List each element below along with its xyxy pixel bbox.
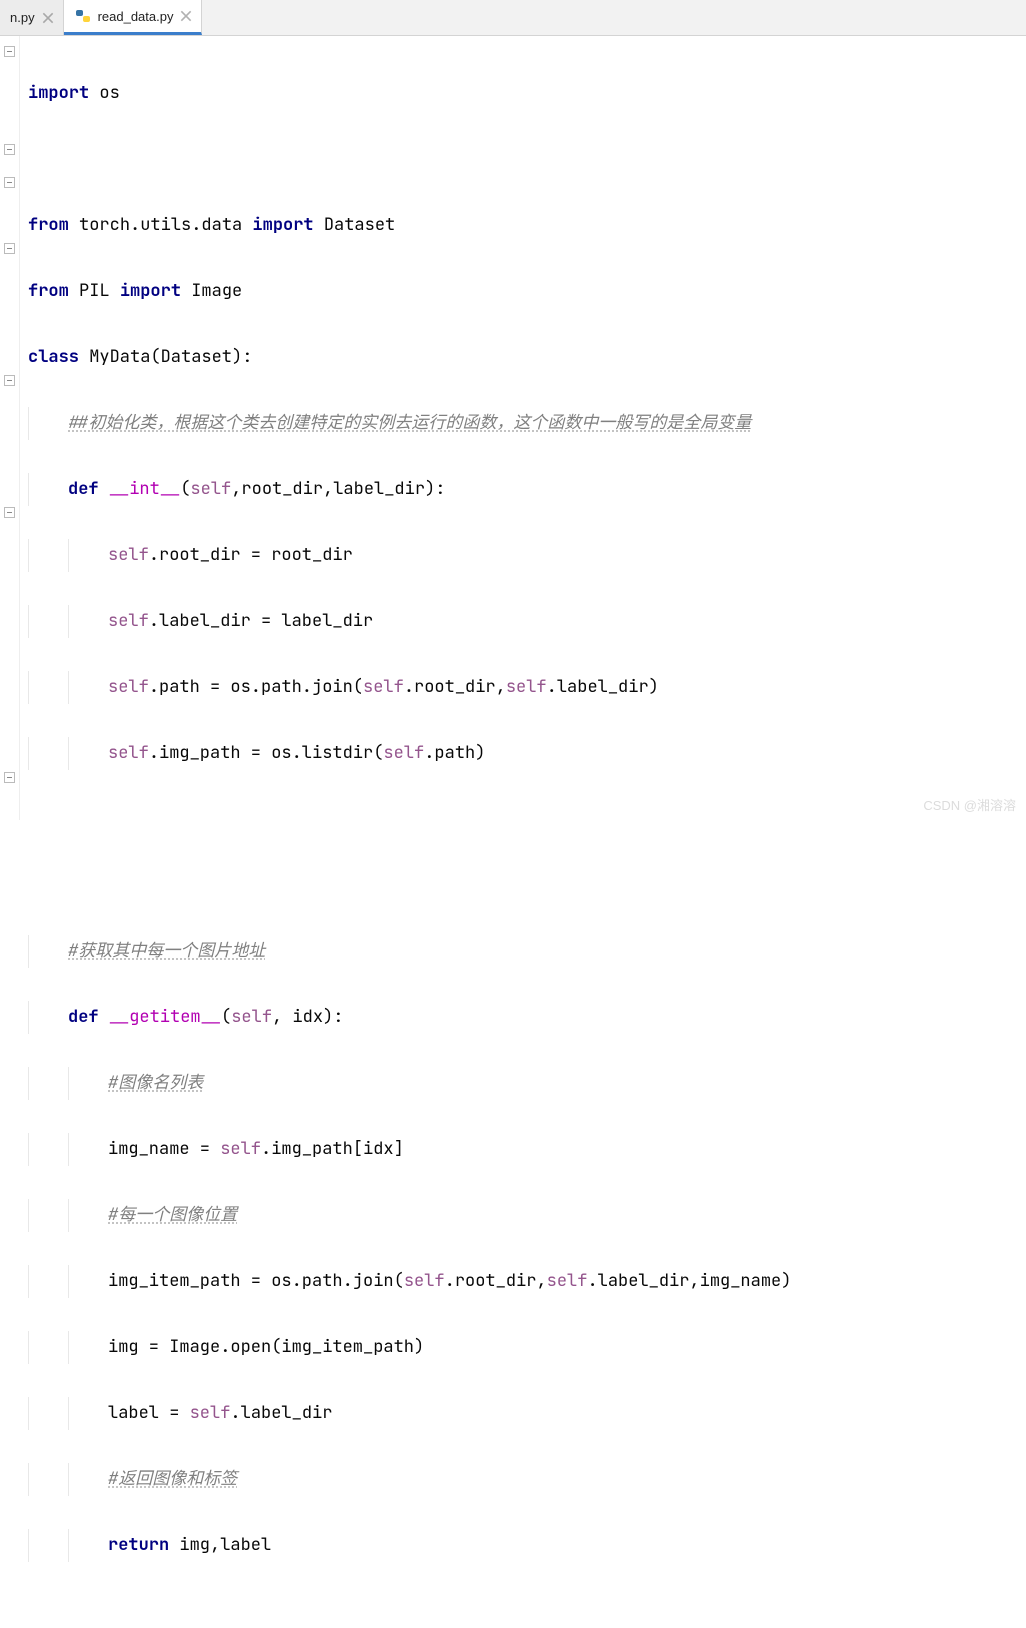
code-line: class MyData(Dataset): [28,341,1026,374]
fold-marker-icon[interactable] [4,177,15,188]
fold-marker-icon[interactable] [4,144,15,155]
close-icon[interactable] [41,11,55,25]
tab-bar: n.py read_data.py [0,0,1026,36]
code-line: self.label_dir = label_dir [28,605,1026,638]
code-line: self.path = os.path.join(self.root_dir,s… [28,671,1026,704]
code-line: self.root_dir = root_dir [28,539,1026,572]
tab-file-1[interactable]: n.py [0,0,64,35]
python-file-icon [74,7,92,25]
close-icon[interactable] [179,9,193,23]
code-line: img_item_path = os.path.join(self.root_d… [28,1265,1026,1298]
code-line: import os [28,77,1026,110]
code-line [28,869,1026,902]
fold-marker-icon[interactable] [4,243,15,254]
code-line: label = self.label_dir [28,1397,1026,1430]
code-line: from PIL import Image [28,275,1026,308]
tab-label: n.py [10,10,35,25]
gutter [0,36,20,820]
code-line [28,143,1026,176]
code-line: from torch.utils.data import Dataset [28,209,1026,242]
code-line: #返回图像和标签 [28,1463,1026,1496]
code-line: img = Image.open(img_item_path) [28,1331,1026,1364]
code-line: return img,label [28,1529,1026,1562]
fold-marker-icon[interactable] [4,507,15,518]
code-area[interactable]: import os from torch.utils.data import D… [20,36,1026,820]
code-line: #获取其中每一个图片地址 [28,935,1026,968]
code-line: #图像名列表 [28,1067,1026,1100]
code-editor[interactable]: import os from torch.utils.data import D… [0,36,1026,820]
code-line: def __getitem__(self, idx): [28,1001,1026,1034]
code-line: #每一个图像位置 [28,1199,1026,1232]
fold-marker-icon[interactable] [4,46,15,57]
tab-file-2[interactable]: read_data.py [64,0,203,35]
watermark: CSDN @湘溶溶 [923,795,1016,814]
code-line: def __int__(self,root_dir,label_dir): [28,473,1026,506]
code-line: img_name = self.img_path[idx] [28,1133,1026,1166]
code-line: self.img_path = os.listdir(self.path) [28,737,1026,770]
code-line: ##初始化类，根据这个类去创建特定的实例去运行的函数，这个函数中一般写的是全局变… [28,407,1026,440]
tab-label: read_data.py [98,9,174,24]
fold-marker-icon[interactable] [4,375,15,386]
fold-marker-icon[interactable] [4,772,15,783]
